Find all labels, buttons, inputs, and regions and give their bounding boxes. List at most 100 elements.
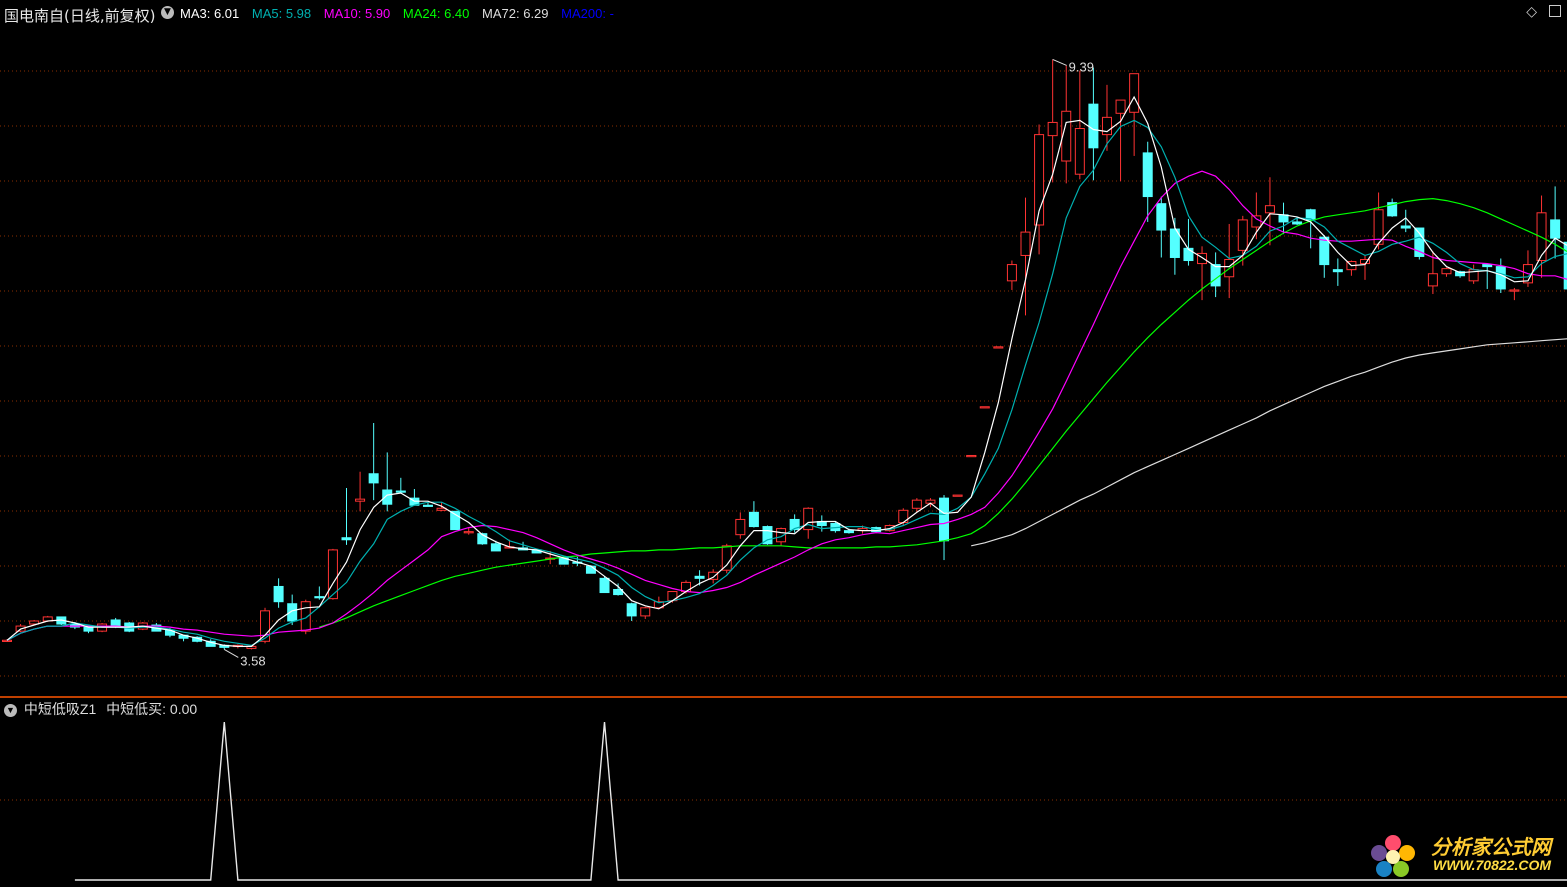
candle-body xyxy=(735,518,746,536)
candle-body xyxy=(585,565,596,574)
ma-legend: MA3: 6.01 MA5: 5.98 MA10: 5.90 MA24: 6.4… xyxy=(180,6,623,21)
candle-body xyxy=(721,545,732,571)
candle-body xyxy=(626,603,637,617)
indicator-signal-line xyxy=(74,721,1567,881)
candle xyxy=(409,488,420,506)
candle-body xyxy=(314,596,325,599)
chevron-down-icon[interactable]: ▼ xyxy=(161,6,174,19)
candle-body xyxy=(1006,264,1017,282)
stock-title[interactable]: 国电南自(日线,前复权) xyxy=(4,5,155,26)
candle-body xyxy=(1400,225,1411,229)
candle-body xyxy=(463,531,474,534)
candle xyxy=(273,578,284,608)
candle xyxy=(314,586,325,600)
candle xyxy=(1319,235,1330,278)
candle-body xyxy=(640,607,651,617)
candle-body xyxy=(1550,219,1561,239)
candle-body xyxy=(341,537,352,541)
candle xyxy=(1156,196,1167,258)
candle-body xyxy=(1074,128,1085,175)
watermark-logo: 分析家公式网 WWW.70822.COM xyxy=(1369,831,1559,881)
candle-body xyxy=(1427,273,1438,287)
candle-body xyxy=(1332,269,1343,273)
candle xyxy=(640,606,651,619)
candle xyxy=(1142,141,1153,222)
candle-body xyxy=(1129,73,1140,113)
ma-legend-ma200: MA200: - xyxy=(561,6,614,21)
candle-body xyxy=(1292,221,1303,225)
candle-body xyxy=(260,610,271,642)
ma-legend-ma72: MA72: 6.29 xyxy=(482,6,549,21)
candle xyxy=(952,494,963,497)
candle xyxy=(341,487,352,545)
candle-body xyxy=(1482,264,1493,268)
candlestick-chart[interactable]: 9.39 3.58 xyxy=(0,24,1567,696)
candle-body xyxy=(979,406,990,409)
moving-average-lines xyxy=(6,95,1567,647)
candle xyxy=(939,495,950,561)
candle xyxy=(721,543,732,574)
candle xyxy=(1224,223,1235,299)
candle-body xyxy=(952,494,963,497)
candle-body xyxy=(843,530,854,534)
candle-body xyxy=(1509,289,1520,292)
candle-body xyxy=(599,577,610,594)
indicator-chart[interactable] xyxy=(0,698,1567,887)
candle-body xyxy=(1210,264,1221,287)
candle xyxy=(1373,192,1384,250)
candle xyxy=(1441,267,1452,277)
candle-body xyxy=(1142,152,1153,198)
candle-body xyxy=(1319,236,1330,266)
candle-body xyxy=(395,490,406,493)
candle xyxy=(966,454,977,458)
candle-body xyxy=(273,585,284,603)
candle xyxy=(626,602,637,621)
ma24-line xyxy=(319,197,1567,628)
candle-body xyxy=(1264,205,1275,214)
candle xyxy=(1006,260,1017,290)
candle xyxy=(1278,202,1289,235)
candle-body xyxy=(748,511,759,528)
price-annotations: 9.39 3.58 xyxy=(224,59,1094,668)
candle-body xyxy=(966,454,977,458)
candle xyxy=(1387,198,1398,217)
candle xyxy=(395,477,406,494)
candle xyxy=(1468,264,1479,284)
candle xyxy=(993,346,1004,349)
maximize-icon[interactable] xyxy=(1549,5,1561,17)
candle xyxy=(355,471,366,512)
candle-body xyxy=(355,498,366,502)
candle-body xyxy=(1047,121,1058,137)
ma72-line xyxy=(971,338,1567,547)
candle-body xyxy=(667,591,678,602)
price-gridlines xyxy=(0,70,1567,677)
low-pointer xyxy=(224,648,239,658)
candle-body xyxy=(300,601,311,632)
candle-body xyxy=(368,473,379,484)
candle-body xyxy=(1495,266,1506,290)
candle xyxy=(1183,218,1194,266)
candle xyxy=(1550,186,1561,259)
indicator-line xyxy=(74,721,1567,881)
diamond-icon[interactable]: ◇ xyxy=(1526,4,1537,20)
high-price-label: 9.39 xyxy=(1069,59,1094,74)
candle xyxy=(1020,197,1031,316)
candle xyxy=(735,512,746,539)
watermark-url: WWW.70822.COM xyxy=(1433,857,1551,873)
candle xyxy=(382,452,393,512)
candle-body xyxy=(1251,215,1262,228)
candle-body xyxy=(1020,231,1031,256)
ma10-line xyxy=(6,170,1567,641)
candle xyxy=(1482,264,1493,289)
high-pointer xyxy=(1052,59,1067,66)
candle-body xyxy=(490,543,501,552)
candle-body xyxy=(1115,99,1126,114)
candle-body xyxy=(422,504,433,507)
candle-body xyxy=(939,497,950,542)
ma-legend-ma10: MA10: 5.90 xyxy=(323,6,391,21)
candle-body xyxy=(1088,103,1099,149)
candle-body xyxy=(1237,219,1248,251)
candle xyxy=(708,569,719,584)
candle xyxy=(1332,258,1343,286)
candle-body xyxy=(993,346,1004,349)
